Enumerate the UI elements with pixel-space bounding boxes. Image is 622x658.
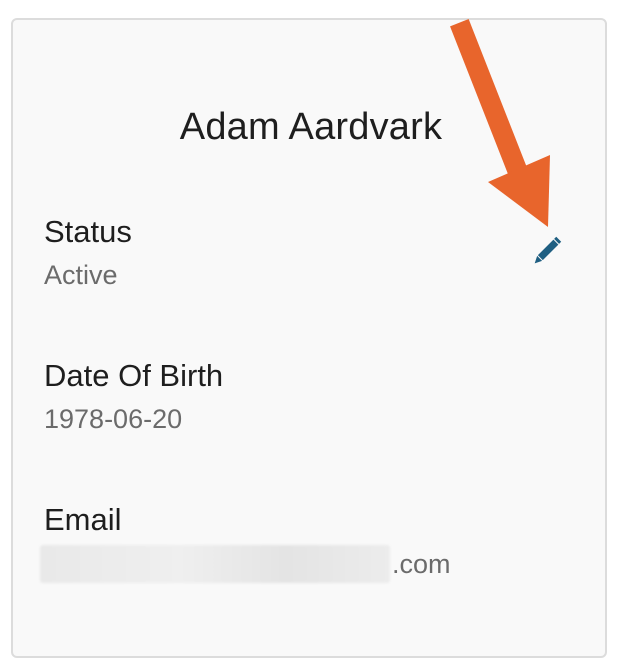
edit-status-button[interactable] — [526, 232, 566, 272]
date-of-birth-label: Date Of Birth — [44, 358, 224, 393]
profile-name: Adam Aardvark — [179, 106, 443, 148]
email-label: Email — [44, 502, 122, 537]
redacted-email-block — [40, 545, 390, 583]
date-of-birth-value: 1978-06-20 — [44, 404, 183, 434]
pencil-icon — [534, 236, 562, 264]
status-value: Active — [44, 260, 118, 290]
status-label: Status — [44, 214, 132, 249]
email-domain-suffix: .com — [392, 548, 451, 579]
email-value: .com — [40, 544, 451, 584]
